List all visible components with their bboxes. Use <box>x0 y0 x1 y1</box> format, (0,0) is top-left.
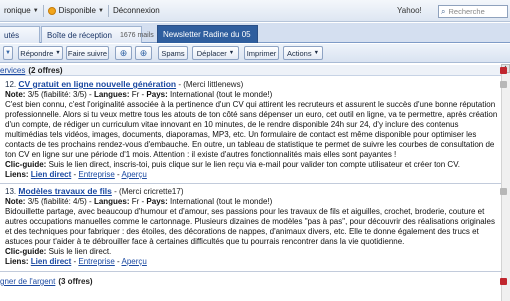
section-header: gner de l'argent (3 offres) <box>0 276 501 287</box>
guide-label: Clic-guide: <box>5 160 47 169</box>
logout-link[interactable]: Déconnexion <box>109 6 164 15</box>
links-label: Liens: <box>5 170 29 179</box>
guide-label: Clic-guide: <box>5 247 47 256</box>
tab-label: Boîte de réception <box>47 30 112 40</box>
user-name-label: ronique <box>4 6 31 15</box>
guide-text: Suis le lien direct, inscris-toi, puis c… <box>48 160 461 169</box>
chevron-down-icon: ▼ <box>228 50 235 56</box>
actions-button[interactable]: Actions ▼ <box>283 46 323 60</box>
print-label: Imprimer <box>246 48 277 58</box>
entry-title-link[interactable]: Modèles travaux de fils <box>18 186 112 196</box>
chevron-down-icon: ▼ <box>98 7 104 14</box>
entry-links: Liens: Lien direct - Entreprise - Aperçu <box>5 257 147 266</box>
direct-link[interactable]: Lien direct <box>31 257 71 266</box>
scrollbar[interactable] <box>501 64 510 301</box>
search-input[interactable]: ⌕ Recherche <box>438 5 508 18</box>
tab-inbox[interactable]: Boîte de réception 1676 mails <box>41 26 154 43</box>
country-value: International (tout le monde!) <box>170 197 273 206</box>
forward-label: Faire suivre <box>67 48 108 58</box>
note-value: 3/5 (fiabilité: 4/5) <box>27 197 87 206</box>
languages-label: Langues: <box>93 197 130 206</box>
country-value: International (tout le monde!) <box>170 90 273 99</box>
direct-link[interactable]: Lien direct <box>31 170 71 179</box>
entry-description: C'est bien connu, c'est l'originalité as… <box>5 100 498 159</box>
entry-title-link[interactable]: CV gratuit en ligne nouvelle génération <box>18 79 176 89</box>
search-icon: ⌕ <box>441 6 446 16</box>
entry-number: 13. <box>5 187 17 196</box>
marker-icon <box>500 188 507 195</box>
forward-button[interactable]: Faire suivre <box>66 46 109 60</box>
section-link[interactable]: gner de l'argent <box>0 277 55 286</box>
user-menu[interactable]: ronique ▼ <box>0 6 43 15</box>
company-link[interactable]: Entreprise <box>78 257 114 266</box>
status-menu[interactable]: Disponible ▼ <box>44 6 108 15</box>
search-placeholder: Recherche <box>448 7 485 16</box>
reply-button[interactable]: Répondre ▼ <box>18 46 63 60</box>
offer-count: (3 offres) <box>58 277 93 286</box>
preview-link[interactable]: Aperçu <box>122 257 147 266</box>
list-item: 12. CV gratuit en ligne nouvelle générat… <box>5 79 499 180</box>
note-value: 3/5 (fiabilité: 3/5) <box>27 90 87 99</box>
entry-title-row: 12. CV gratuit en ligne nouvelle générat… <box>5 79 499 90</box>
yahoo-link[interactable]: Yahoo! <box>397 6 422 15</box>
spam-button[interactable]: Spams <box>158 46 188 60</box>
entry-meta: Note: 3/5 (fiabilité: 3/5) - Langues: Fr… <box>5 90 273 99</box>
status-label: Disponible <box>58 6 96 15</box>
entry-meta: Note: 3/5 (fiabilité: 4/5) - Langues: Fr… <box>5 197 273 206</box>
section-link[interactable]: ervices <box>0 66 25 75</box>
country-label: Pays: <box>146 90 168 99</box>
offer-count: (2 offres) <box>28 65 63 75</box>
company-link[interactable]: Entreprise <box>78 170 114 179</box>
divider <box>0 183 501 184</box>
tab-newsletter[interactable]: Newsletter Radine du 05 <box>157 25 258 43</box>
flag-icon[interactable]: ⊕ <box>115 46 132 60</box>
mark-icon[interactable]: ⊕ <box>135 46 152 60</box>
entry-credit: - (Merci cricrette17) <box>114 187 184 196</box>
list-item: 13. Modèles travaux de fils - (Merci cri… <box>5 186 499 267</box>
move-label: Déplacer <box>196 48 227 58</box>
tab-communautes[interactable]: utés <box>0 26 40 43</box>
actions-label: Actions <box>286 48 312 58</box>
note-label: Note: <box>5 197 26 206</box>
chevron-down-icon: ▼ <box>55 50 61 56</box>
close-icon[interactable]: ▼ <box>3 46 13 60</box>
country-label: Pays: <box>146 197 168 206</box>
top-bar: ronique ▼ Disponible ▼ Déconnexion Yahoo… <box>0 0 510 22</box>
chevron-down-icon: ▼ <box>32 7 39 14</box>
section-marker-icon <box>500 67 507 74</box>
message-toolbar: ▼ Répondre ▼ Faire suivre ⊕ ⊕ Spams Dépla… <box>0 44 510 63</box>
tab-label: Newsletter Radine du 05 <box>163 30 251 39</box>
note-label: Note: <box>5 90 26 99</box>
spam-label: Spams <box>161 48 185 58</box>
entry-title-row: 13. Modèles travaux de fils - (Merci cri… <box>5 186 499 197</box>
entry-links: Liens: Lien direct - Entreprise - Aperçu <box>5 170 147 179</box>
marker-icon <box>500 81 507 88</box>
preview-link[interactable]: Aperçu <box>122 170 147 179</box>
section-header: ervices (2 offres) <box>0 65 501 76</box>
languages-value: Fr <box>131 197 140 206</box>
section-marker-icon <box>500 278 507 285</box>
links-label: Liens: <box>5 257 29 266</box>
languages-value: Fr <box>131 90 140 99</box>
chevron-down-icon: ▼ <box>313 50 320 56</box>
entry-number: 12. <box>5 80 17 89</box>
languages-label: Langues: <box>93 90 130 99</box>
entry-credit: - (Merci littlenews) <box>178 80 244 89</box>
tab-bar: utés Boîte de réception 1676 mails Newsl… <box>0 23 510 43</box>
print-button[interactable]: Imprimer <box>244 46 279 60</box>
entry-guide: Clic-guide: Suis le lien direct. <box>5 247 499 257</box>
entry-guide: Clic-guide: Suis le lien direct, inscris… <box>5 160 499 170</box>
move-button[interactable]: Déplacer ▼ <box>192 46 239 60</box>
divider <box>0 271 501 272</box>
entry-description: Bidouillette partage, avec beaucoup d'hu… <box>5 207 495 246</box>
guide-text: Suis le lien direct. <box>48 247 112 256</box>
reply-label: Répondre <box>20 48 54 58</box>
status-available-icon <box>47 6 56 15</box>
mail-count: 1676 mails <box>119 31 154 39</box>
tab-label: utés <box>4 30 20 40</box>
